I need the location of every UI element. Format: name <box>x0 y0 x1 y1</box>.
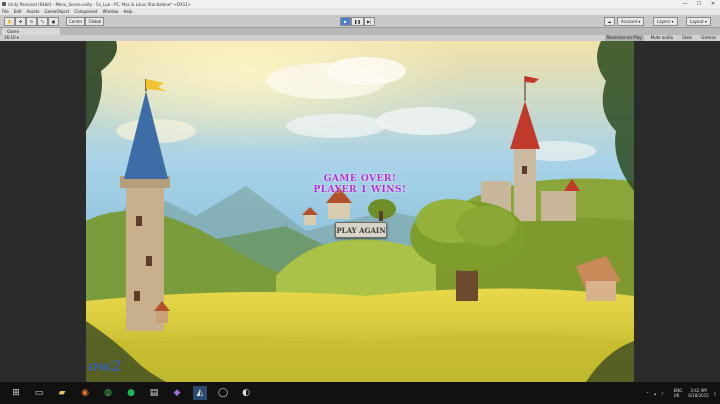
unity-editor-window: Unity Personal (64bit) - Menu_Scene.unit… <box>0 0 720 404</box>
transform-tools: ✋ ✥ ↻ ⤡ ▣ <box>4 17 59 26</box>
notification-icon[interactable]: ▯ <box>714 391 716 396</box>
taskbar-clock[interactable]: 3:42 AM 6/18/2015 <box>688 388 709 398</box>
rect-icon: ▣ <box>51 19 56 24</box>
menu-help[interactable]: Help <box>123 9 132 14</box>
aspect-label: 16:10 <box>4 35 16 40</box>
menu-gameobject[interactable]: GameObject <box>44 9 69 14</box>
unity-icon[interactable]: ◭ <box>193 386 207 400</box>
app-icon[interactable]: ◐ <box>239 386 253 400</box>
tab-game-label: Game <box>7 29 19 34</box>
task-view-icon[interactable]: ▭ <box>32 386 46 400</box>
system-tray: ⌃ ▴ ♪ ENG UK 3:42 AM 6/18/2015 ▯ <box>641 382 716 404</box>
account-label: Account ▾ <box>617 17 645 26</box>
title-bar: Unity Personal (64bit) - Menu_Scene.unit… <box>0 0 720 8</box>
fantasy-landscape-background <box>86 41 634 382</box>
layers-label: Layers ▾ <box>653 17 678 26</box>
account-dropdown[interactable]: Account ▾ <box>617 17 645 26</box>
scale-icon: ⤡ <box>40 19 45 24</box>
menu-component[interactable]: Component <box>74 9 97 14</box>
account-text: Account <box>621 19 638 24</box>
rotate-tool-button[interactable]: ↻ <box>26 17 37 26</box>
layout-text: Layout <box>690 19 704 24</box>
spotify-icon[interactable]: ● <box>124 386 138 400</box>
game-over-text: GAME OVER! <box>323 174 397 184</box>
cloud-icon: ☁ <box>604 17 615 26</box>
pivot-space-toggle[interactable]: Global <box>85 17 105 26</box>
pivot-center-toggle[interactable]: Center <box>66 17 86 26</box>
layout-dropdown[interactable]: Layout ▾ <box>686 17 711 26</box>
menu-bar: File Edit Assets GameObject Component Wi… <box>0 8 720 15</box>
tray-arrow-icon[interactable]: ⌃ <box>646 391 649 396</box>
menu-edit[interactable]: Edit <box>14 9 22 14</box>
main-toolbar: ✋ ✥ ↻ ⤡ ▣ Center Global ▶ ❚❚ ▶| ☁ Accoun… <box>0 15 720 28</box>
playback-controls: ▶ ❚❚ ▶| <box>340 17 375 26</box>
pivot-toggles: Center Global <box>66 17 105 26</box>
space-label: Global <box>88 19 102 24</box>
game-screen[interactable]: GAME OVER! PLAYER 1 WINS! PLAY AGAIN ow2 <box>86 41 634 382</box>
firefox-icon[interactable]: ◉ <box>78 386 92 400</box>
tab-game[interactable]: Game <box>2 28 60 35</box>
windows-taskbar: ⊞ ▭ ▰ ◉ ◍ ● ▤ ◆ ◭ ◯ ◐ ⌃ ▴ ♪ ENG UK 3:42 A… <box>0 382 720 404</box>
menu-assets[interactable]: Assets <box>26 9 39 14</box>
play-again-label: PLAY AGAIN <box>336 225 386 235</box>
move-tool-button[interactable]: ✥ <box>15 17 26 26</box>
unity-app-icon <box>2 2 6 6</box>
pause-icon: ❚❚ <box>354 19 361 24</box>
close-button[interactable]: ✕ <box>706 0 720 8</box>
network-icon[interactable]: ▴ <box>654 391 656 396</box>
step-button[interactable]: ▶| <box>363 17 375 26</box>
rotate-icon: ↻ <box>29 19 34 24</box>
volume-icon[interactable]: ♪ <box>661 391 664 396</box>
language-indicator[interactable]: ENG UK <box>669 388 683 398</box>
game-logo: ow2 <box>88 357 122 375</box>
winner-text: PLAYER 1 WINS! <box>313 185 407 195</box>
start-windows-icon[interactable]: ⊞ <box>9 386 23 400</box>
game-tab-bar: Game <box>0 28 720 35</box>
menu-window[interactable]: Window <box>103 9 119 14</box>
visual-studio-icon[interactable]: ◆ <box>170 386 184 400</box>
rect-tool-button[interactable]: ▣ <box>48 17 59 26</box>
terminal-icon[interactable]: ▤ <box>147 386 161 400</box>
minimize-button[interactable]: — <box>678 0 692 8</box>
game-viewport: GAME OVER! PLAYER 1 WINS! PLAY AGAIN ow2 <box>0 41 720 382</box>
hand-tool-button[interactable]: ✋ <box>4 17 15 26</box>
play-button[interactable]: ▶ <box>340 17 351 26</box>
step-icon: ▶| <box>366 19 372 24</box>
maximize-button[interactable]: ☐ <box>692 0 706 8</box>
play-icon: ▶ <box>343 19 348 24</box>
window-controls: — ☐ ✕ <box>678 0 720 8</box>
play-again-button[interactable]: PLAY AGAIN <box>335 222 387 238</box>
file-explorer-icon[interactable]: ▰ <box>55 386 69 400</box>
layers-dropdown[interactable]: Layers ▾ <box>653 17 678 26</box>
scale-tool-button[interactable]: ⤡ <box>37 17 48 26</box>
layers-text: Layers <box>657 19 671 24</box>
window-title: Unity Personal (64bit) - Menu_Scene.unit… <box>8 1 192 7</box>
layout-label: Layout ▾ <box>686 17 711 26</box>
region-label: UK <box>673 393 680 398</box>
chrome-icon[interactable]: ◍ <box>101 386 115 400</box>
hand-icon: ✋ <box>7 19 12 24</box>
cloud-button[interactable]: ☁ <box>604 17 615 26</box>
move-icon: ✥ <box>18 19 23 24</box>
menu-file[interactable]: File <box>2 9 9 14</box>
clock-date: 6/18/2015 <box>688 393 709 398</box>
pause-button[interactable]: ❚❚ <box>351 17 364 26</box>
github-icon[interactable]: ◯ <box>216 386 230 400</box>
pivot-label: Center <box>69 19 83 24</box>
